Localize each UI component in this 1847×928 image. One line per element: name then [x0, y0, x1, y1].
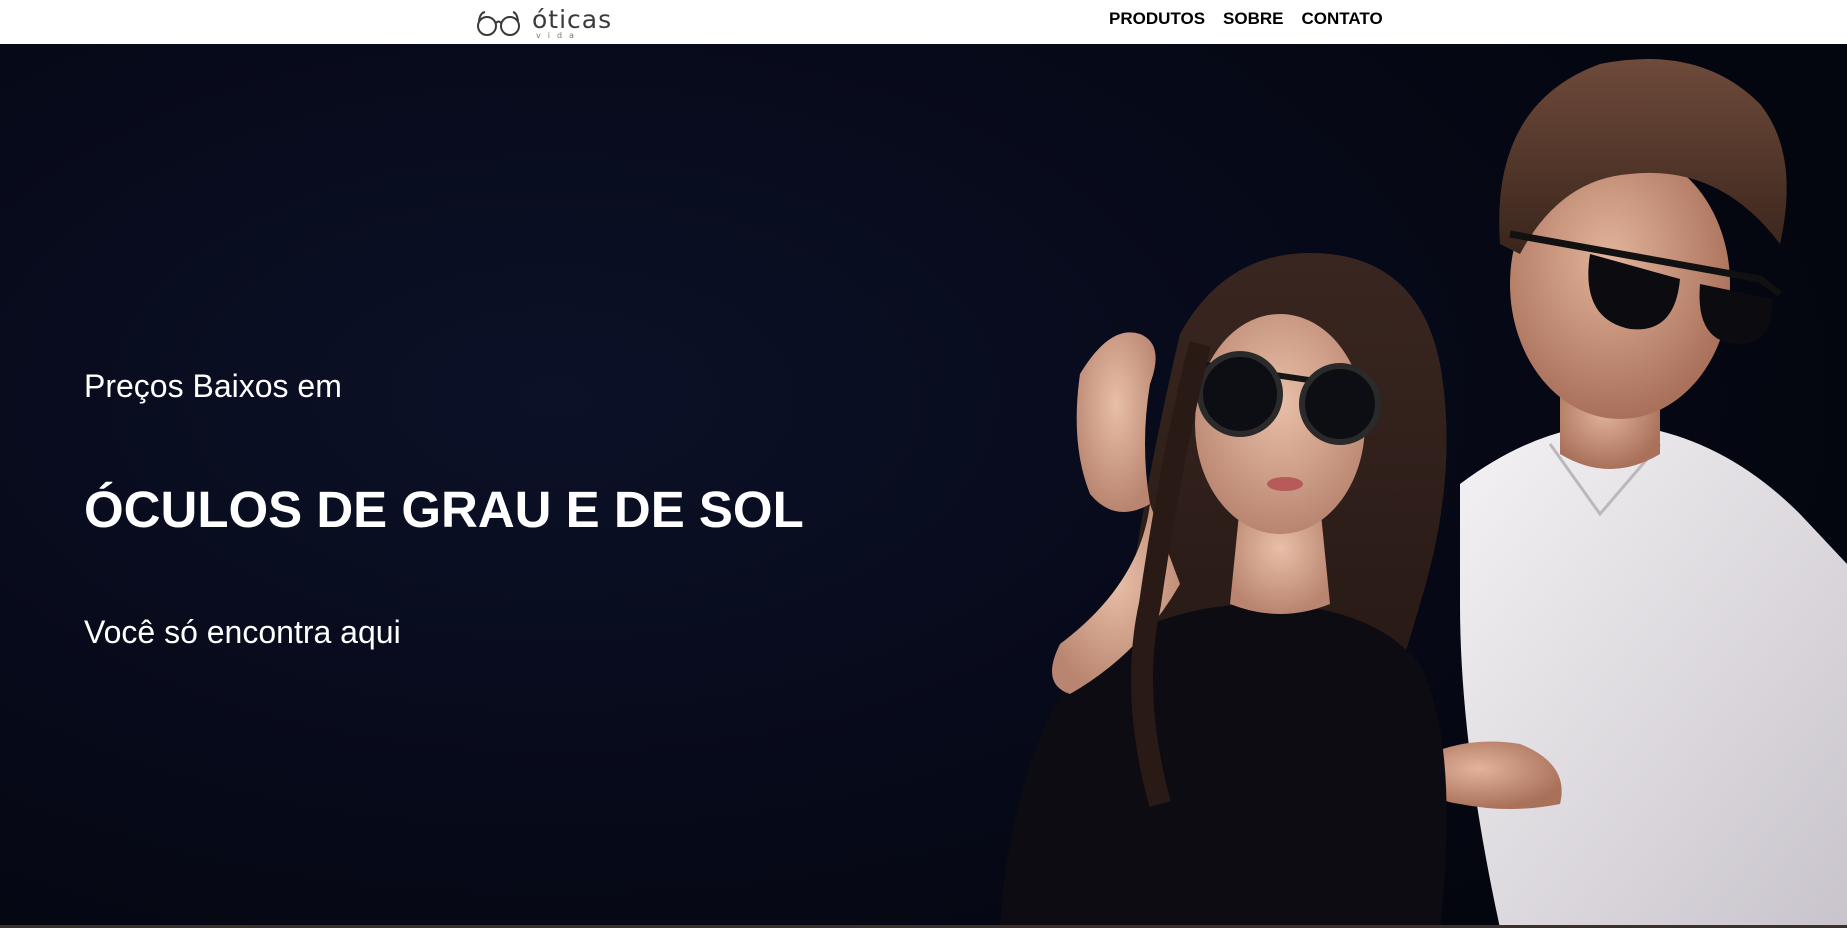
hero-tagline: Você só encontra aqui	[84, 614, 401, 650]
nav-link-produtos[interactable]: PRODUTOS	[1109, 9, 1205, 29]
nav-link-contato[interactable]: CONTATO	[1302, 9, 1383, 29]
brand-subname: vida	[536, 31, 581, 40]
brand-name: óticas	[532, 5, 613, 34]
couple-with-sunglasses-photo	[900, 44, 1847, 928]
hero-intro-text: Preços Baixos em	[84, 368, 342, 404]
hero-headline: ÓCULOS DE GRAU E DE SOL	[84, 481, 804, 538]
brand-logo[interactable]: óticas vida	[476, 6, 636, 40]
nav-link-sobre[interactable]: SOBRE	[1223, 9, 1283, 29]
main-nav: PRODUTOS SOBRE CONTATO	[1109, 0, 1401, 37]
hero-banner: Preços Baixos em ÓCULOS DE GRAU E DE SOL…	[0, 44, 1847, 928]
glasses-logo-icon	[477, 11, 520, 36]
site-header: óticas vida PRODUTOS SOBRE CONTATO	[0, 0, 1847, 44]
